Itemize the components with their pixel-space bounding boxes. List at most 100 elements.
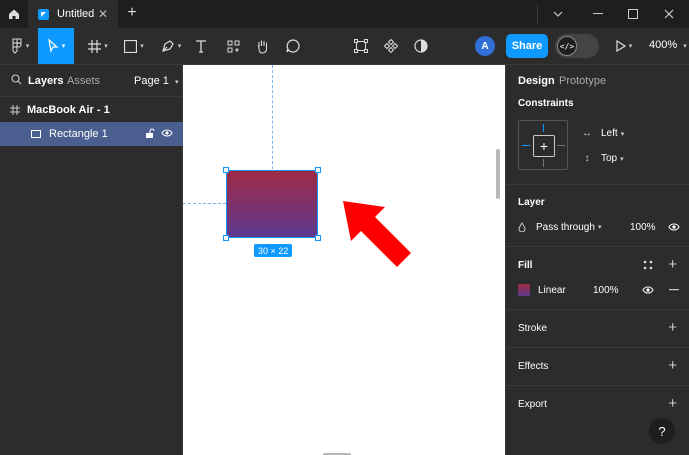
remove-fill-icon[interactable]: [669, 289, 679, 291]
constraint-top-line[interactable]: [543, 124, 544, 132]
chevron-down-icon: ▾: [104, 43, 108, 50]
dropdown-button[interactable]: [538, 0, 578, 28]
vertical-constraint[interactable]: ↕ Top ▾: [581, 153, 624, 164]
zoom-level: 400%: [649, 39, 678, 51]
constraint-center[interactable]: +: [533, 135, 555, 157]
add-export-button[interactable]: +: [668, 396, 677, 411]
file-tab[interactable]: Untitled ✕: [28, 0, 118, 28]
tab-prototype[interactable]: Prototype: [559, 75, 606, 87]
dev-mode-toggle[interactable]: </>: [555, 34, 599, 58]
chevron-down-icon: ▾: [177, 43, 182, 50]
layer-blend-row: Pass through ▾ 100%: [518, 218, 682, 236]
text-tool[interactable]: [190, 28, 212, 64]
blend-mode-select[interactable]: Pass through: [536, 222, 595, 233]
figma-logo-icon: [12, 38, 22, 54]
hand-tool[interactable]: [252, 28, 274, 64]
constraint-left-line[interactable]: [522, 145, 530, 146]
comment-tool[interactable]: [282, 28, 304, 64]
chevron-down-icon: ▾: [620, 155, 624, 163]
page-selector[interactable]: Page 1 ▾: [134, 75, 178, 87]
components-icon: [227, 40, 239, 52]
divider: [506, 347, 689, 348]
unlock-icon[interactable]: [145, 128, 155, 139]
resources-tool[interactable]: [222, 28, 244, 64]
title-bar: Untitled ✕ +: [0, 0, 689, 28]
comment-icon: [286, 39, 300, 53]
styles-grid-icon[interactable]: [643, 260, 653, 270]
create-component-button[interactable]: [380, 28, 402, 64]
minimize-icon: [593, 13, 603, 14]
add-fill-button[interactable]: +: [668, 257, 677, 272]
chevron-down-icon: ▾: [597, 224, 602, 231]
mask-button[interactable]: [410, 28, 432, 64]
tab-layers[interactable]: Layers: [28, 75, 63, 87]
edit-object-button[interactable]: [350, 28, 372, 64]
resize-handle-top-right[interactable]: [315, 167, 321, 173]
add-stroke-button[interactable]: +: [668, 320, 677, 335]
constraints-title: Constraints: [518, 98, 574, 109]
vertical-constraint-icon: ↕: [584, 153, 590, 164]
resize-handle-bottom-left[interactable]: [223, 235, 229, 241]
export-section-title: Export: [518, 399, 547, 410]
selected-rectangle[interactable]: [226, 170, 318, 238]
constraint-right-line[interactable]: [557, 145, 565, 146]
stroke-section-title: Stroke: [518, 323, 547, 334]
help-button[interactable]: ?: [649, 418, 675, 444]
vertical-constraint-value: Top: [601, 153, 618, 164]
fill-type[interactable]: Linear: [538, 285, 566, 296]
divider: [506, 246, 689, 247]
maximize-icon: [628, 9, 638, 19]
home-button[interactable]: [0, 0, 28, 28]
fill-row[interactable]: Linear 100%: [518, 281, 682, 299]
canvas[interactable]: 30 × 22: [183, 65, 505, 455]
search-icon[interactable]: [11, 74, 22, 85]
frame-icon: [88, 39, 102, 53]
play-icon: [616, 40, 626, 52]
maximize-button[interactable]: [613, 0, 653, 28]
properties-panel: Design Prototype Constraints + ↔ Left ▾ …: [505, 65, 689, 455]
vertical-scrollbar[interactable]: [496, 149, 500, 199]
tab-design[interactable]: Design: [518, 75, 555, 87]
close-window-button[interactable]: [649, 0, 689, 28]
fill-section-title: Fill: [518, 260, 533, 271]
eye-icon[interactable]: [668, 222, 680, 232]
present-button[interactable]: ▾: [612, 28, 636, 64]
layer-opacity[interactable]: 100%: [630, 222, 656, 233]
horizontal-constraint[interactable]: ↔ Left ▾: [581, 128, 624, 139]
move-tool[interactable]: ▾: [38, 28, 74, 64]
toolbar: ▾ ▾ ▾ ▾ ▾ A Share </> ▾ 400% ▾: [0, 28, 689, 65]
cursor-icon: [47, 39, 59, 53]
frame-tool[interactable]: ▾: [82, 28, 114, 64]
main-menu-button[interactable]: ▾: [4, 28, 36, 64]
eye-icon[interactable]: [642, 285, 654, 295]
new-tab-button[interactable]: +: [124, 4, 140, 24]
fill-opacity[interactable]: 100%: [593, 285, 619, 296]
shape-tool[interactable]: ▾: [118, 28, 150, 64]
chevron-down-icon: ▾: [628, 43, 633, 50]
layer-item-rectangle[interactable]: Rectangle 1: [0, 122, 183, 146]
home-icon: [9, 9, 19, 19]
rectangle-icon: [31, 130, 41, 138]
avatar[interactable]: A: [475, 36, 495, 56]
chevron-down-icon: ▾: [61, 43, 66, 50]
resize-handle-top-left[interactable]: [223, 167, 229, 173]
dimensions-badge: 30 × 22: [254, 244, 293, 257]
component-icon: [384, 39, 398, 53]
zoom-menu[interactable]: 400% ▾: [649, 39, 687, 51]
pen-tool[interactable]: ▾: [155, 28, 187, 64]
figma-file-icon: [38, 8, 49, 20]
tab-title: Untitled: [57, 8, 95, 20]
fill-swatch[interactable]: [518, 284, 530, 296]
chevron-down-icon: ▾: [620, 130, 625, 138]
minimize-button[interactable]: [578, 0, 618, 28]
eye-icon[interactable]: [161, 128, 173, 138]
constraint-widget[interactable]: +: [518, 120, 568, 170]
tab-assets[interactable]: Assets: [67, 75, 100, 87]
layer-item-frame[interactable]: MacBook Air - 1: [0, 99, 183, 121]
tab-close-icon[interactable]: ✕: [98, 7, 108, 21]
constraint-bottom-line[interactable]: [543, 159, 544, 167]
add-effect-button[interactable]: +: [668, 358, 677, 373]
vertical-guide: [272, 65, 273, 169]
resize-handle-bottom-right[interactable]: [315, 235, 321, 241]
share-button[interactable]: Share: [506, 34, 548, 58]
